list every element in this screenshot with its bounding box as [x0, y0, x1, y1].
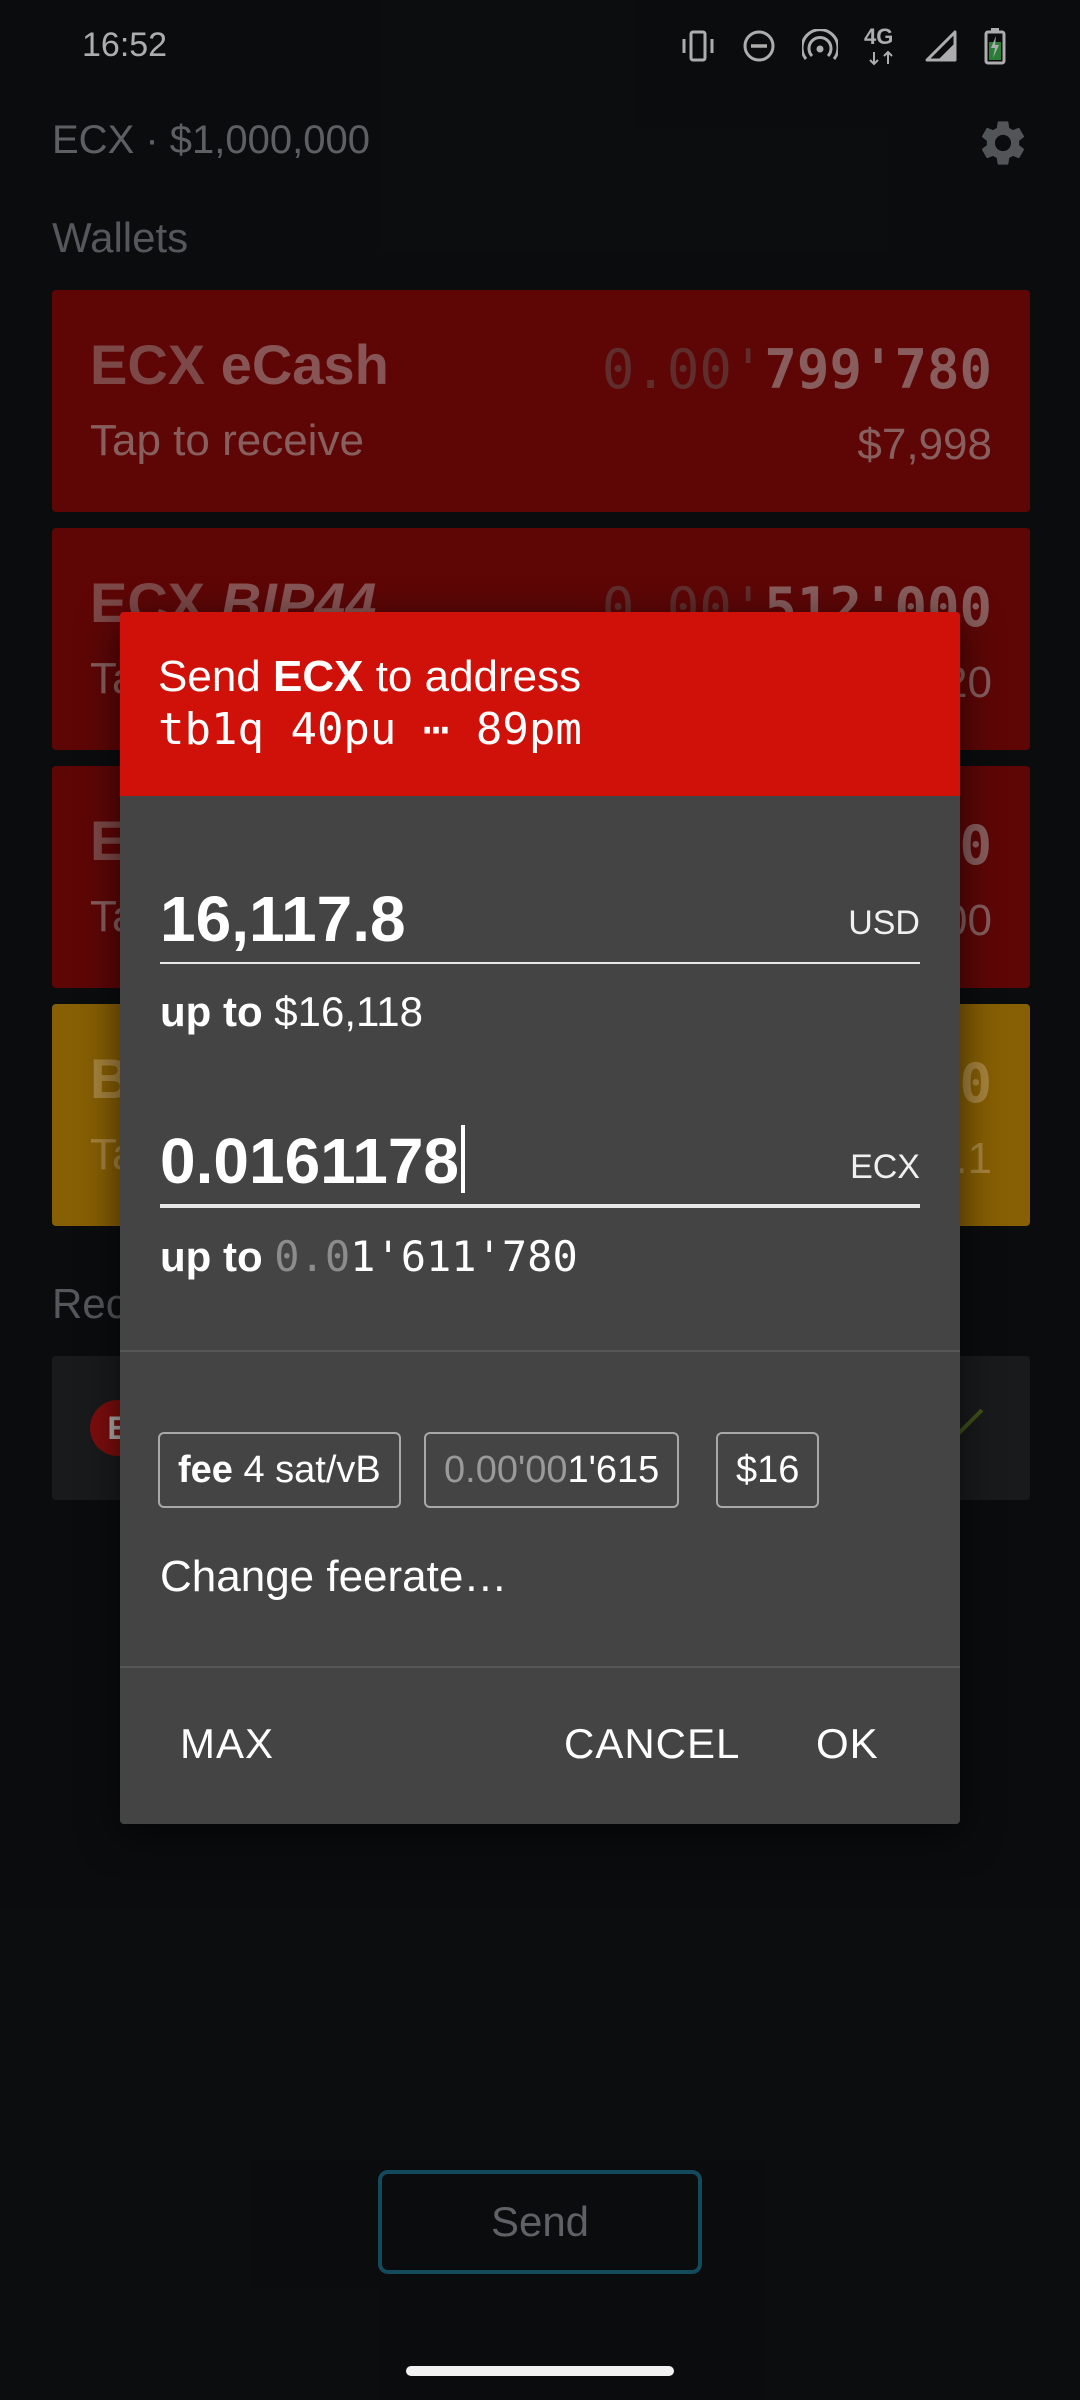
max-digits: 1'611'780 [350, 1232, 578, 1281]
max-leading-zeros: 0.0 [274, 1232, 351, 1281]
home-indicator[interactable] [406, 2366, 674, 2376]
upto-label: up to [160, 1233, 263, 1280]
cancel-button[interactable]: CANCEL [564, 1720, 740, 1768]
dialog-divider [120, 1350, 960, 1352]
ecx-max-value: 0.01'611'780 [274, 1232, 577, 1281]
dialog-divider [120, 1666, 960, 1668]
change-feerate-link[interactable]: Change feerate… [160, 1552, 507, 1602]
ecx-max-hint: up to 0.01'611'780 [160, 1232, 578, 1281]
max-button[interactable]: MAX [180, 1720, 274, 1768]
usd-max-value: $16,118 [274, 988, 423, 1035]
text-cursor [461, 1125, 465, 1193]
fee-rate-chip: fee 4 sat/vB [158, 1432, 401, 1508]
fee-label: fee [178, 1449, 233, 1491]
usd-amount-input[interactable]: 16,117.8 [160, 882, 406, 956]
usd-max-hint: up to $16,118 [160, 988, 423, 1036]
title-ticker: ECX [272, 652, 364, 701]
fee-amount-chip: 0.00'001'615 [424, 1432, 680, 1508]
usd-unit-label: USD [848, 904, 920, 942]
destination-address: tb1q 40pu ⋯ 89pm [158, 704, 582, 755]
upto-label: up to [160, 988, 263, 1035]
fee-fiat-chip: $16 [716, 1432, 820, 1508]
fee-leading-zeros: 0.00'00 [444, 1449, 568, 1491]
usd-input-underline [160, 962, 920, 964]
send-dialog: Send ECX to address tb1q 40pu ⋯ 89pm 16,… [120, 612, 960, 1824]
ecx-input-underline [160, 1204, 920, 1208]
title-prefix: Send [158, 652, 273, 701]
ecx-unit-label: ECX [850, 1148, 920, 1186]
ok-button[interactable]: OK [816, 1720, 879, 1768]
dialog-title: Send ECX to address [158, 652, 581, 702]
dialog-header: Send ECX to address tb1q 40pu ⋯ 89pm [120, 612, 960, 796]
fee-rate-value: 4 sat/vB [243, 1449, 381, 1491]
title-suffix: to address [363, 652, 582, 701]
ecx-amount-text: 0.0161178 [160, 1125, 459, 1197]
fee-digits: 1'615 [567, 1449, 660, 1491]
ecx-amount-input[interactable]: 0.0161178 [160, 1124, 465, 1198]
